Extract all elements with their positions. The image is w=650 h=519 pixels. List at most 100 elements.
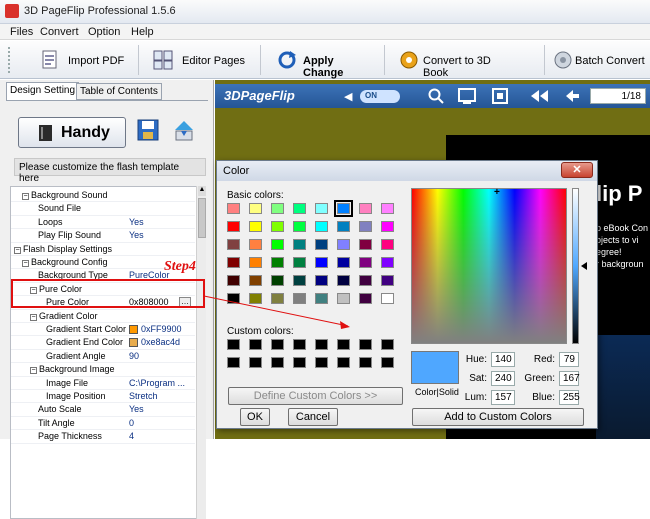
cancel-button[interactable]: Cancel bbox=[288, 408, 338, 426]
basic-color-swatch[interactable] bbox=[381, 275, 394, 286]
color-spectrum[interactable]: + bbox=[411, 187, 567, 344]
first-page-icon[interactable] bbox=[528, 88, 550, 104]
load-template-icon[interactable] bbox=[172, 118, 196, 142]
property-value[interactable]: 0xe8ac4d bbox=[141, 336, 180, 349]
sound-toggle[interactable]: ON bbox=[360, 90, 400, 103]
basic-color-swatch[interactable] bbox=[359, 221, 372, 232]
basic-color-swatch[interactable] bbox=[271, 239, 284, 250]
property-value[interactable]: Stretch bbox=[129, 390, 158, 403]
custom-color-swatch[interactable] bbox=[271, 339, 284, 350]
collapse-icon[interactable]: − bbox=[30, 286, 37, 294]
custom-color-swatch[interactable] bbox=[337, 357, 350, 368]
basic-color-swatch[interactable] bbox=[315, 257, 328, 268]
menu-files[interactable]: Files bbox=[10, 26, 33, 38]
custom-color-swatch[interactable] bbox=[227, 339, 240, 350]
property-row[interactable]: − Background Sound bbox=[11, 189, 195, 203]
define-custom-colors-button[interactable]: Define Custom Colors >> bbox=[228, 387, 403, 405]
collapse-icon[interactable]: − bbox=[22, 260, 29, 267]
property-value[interactable]: Yes bbox=[129, 216, 144, 229]
basic-color-swatch[interactable] bbox=[249, 203, 262, 214]
property-row[interactable]: Loops Yes bbox=[11, 216, 195, 230]
property-row[interactable]: Gradient Start Color 0xFF9900 bbox=[11, 323, 195, 337]
property-value[interactable]: PureColor bbox=[129, 269, 170, 282]
basic-color-swatch[interactable] bbox=[249, 221, 262, 232]
basic-color-swatch[interactable] bbox=[381, 221, 394, 232]
lum-field[interactable]: 157 bbox=[491, 390, 515, 405]
basic-color-swatch[interactable] bbox=[381, 257, 394, 268]
basic-color-swatch[interactable] bbox=[293, 293, 306, 304]
property-row[interactable]: Image Position Stretch bbox=[11, 390, 195, 404]
scroll-thumb[interactable] bbox=[198, 198, 206, 238]
basic-color-swatch[interactable] bbox=[227, 239, 240, 250]
collapse-icon[interactable]: − bbox=[22, 193, 29, 200]
basic-color-swatch[interactable] bbox=[315, 203, 328, 214]
basic-color-swatch[interactable] bbox=[227, 257, 240, 268]
import-pdf-button[interactable]: Import PDF bbox=[34, 45, 126, 75]
blue-field[interactable]: 255 bbox=[559, 390, 580, 405]
search-icon[interactable] bbox=[428, 88, 444, 104]
page-number-field[interactable]: 1/18 bbox=[590, 88, 646, 104]
custom-color-swatch[interactable] bbox=[249, 357, 262, 368]
basic-color-swatch[interactable] bbox=[359, 203, 372, 214]
basic-color-swatch[interactable] bbox=[271, 257, 284, 268]
basic-color-swatch[interactable] bbox=[227, 275, 240, 286]
property-row[interactable]: Auto Scale Yes bbox=[11, 403, 195, 417]
custom-color-swatch[interactable] bbox=[359, 339, 372, 350]
luminance-arrow-icon[interactable] bbox=[581, 262, 587, 270]
basic-color-swatch[interactable] bbox=[249, 257, 262, 268]
property-row[interactable]: Gradient End Color 0xe8ac4d bbox=[11, 336, 195, 350]
basic-color-swatch[interactable] bbox=[227, 203, 240, 214]
basic-color-swatch[interactable] bbox=[337, 293, 350, 304]
property-row[interactable]: Play Flip Sound Yes bbox=[11, 229, 195, 243]
custom-color-swatch[interactable] bbox=[227, 357, 240, 368]
property-row[interactable]: − Flash Display Settings bbox=[11, 243, 195, 256]
custom-color-swatch[interactable] bbox=[315, 339, 328, 350]
property-row[interactable]: − Gradient Color bbox=[11, 310, 195, 323]
basic-color-swatch[interactable] bbox=[293, 221, 306, 232]
basic-color-swatch[interactable] bbox=[315, 239, 328, 250]
basic-color-swatch[interactable] bbox=[227, 293, 240, 304]
basic-color-swatch[interactable] bbox=[293, 275, 306, 286]
custom-color-swatch[interactable] bbox=[337, 339, 350, 350]
custom-color-swatch[interactable] bbox=[315, 357, 328, 368]
property-row[interactable]: Pure Color 0x808000… bbox=[11, 296, 195, 310]
fullscreen-icon[interactable] bbox=[492, 88, 508, 104]
basic-color-swatch[interactable] bbox=[293, 203, 306, 214]
basic-color-swatch[interactable] bbox=[271, 275, 284, 286]
property-value[interactable]: 0 bbox=[129, 417, 134, 430]
crosshair-icon[interactable]: + bbox=[494, 187, 500, 198]
basic-color-swatch[interactable] bbox=[359, 275, 372, 286]
basic-color-swatch[interactable] bbox=[359, 293, 372, 304]
custom-color-swatch[interactable] bbox=[271, 357, 284, 368]
hue-field[interactable]: 140 bbox=[491, 352, 515, 367]
thumbnails-icon[interactable] bbox=[458, 88, 476, 104]
apply-change-button[interactable]: Apply Change bbox=[274, 45, 374, 79]
property-grid-scrollbar[interactable]: ▲ bbox=[196, 186, 206, 519]
luminance-slider[interactable] bbox=[572, 188, 579, 344]
tab-design-setting[interactable]: Design Setting bbox=[6, 82, 80, 101]
custom-color-swatch[interactable] bbox=[381, 357, 394, 368]
custom-color-swatch[interactable] bbox=[249, 339, 262, 350]
sound-icon[interactable]: ◀ bbox=[344, 90, 356, 103]
property-value[interactable]: C:\Program ... bbox=[129, 377, 185, 390]
property-value[interactable]: Yes bbox=[129, 403, 144, 416]
red-field[interactable]: 79 bbox=[559, 352, 579, 367]
basic-color-swatch[interactable] bbox=[271, 203, 284, 214]
basic-color-swatch[interactable] bbox=[315, 293, 328, 304]
save-template-icon[interactable] bbox=[136, 118, 160, 142]
property-row[interactable]: Image File C:\Program ... bbox=[11, 377, 195, 390]
scroll-up-icon[interactable]: ▲ bbox=[198, 186, 206, 196]
custom-color-swatch[interactable] bbox=[293, 357, 306, 368]
basic-color-swatch[interactable] bbox=[249, 275, 262, 286]
basic-color-swatch[interactable] bbox=[359, 257, 372, 268]
add-to-custom-colors-button[interactable]: Add to Custom Colors bbox=[412, 408, 584, 426]
basic-color-swatch[interactable] bbox=[293, 257, 306, 268]
basic-color-swatch[interactable] bbox=[249, 293, 262, 304]
menu-help[interactable]: Help bbox=[131, 26, 154, 38]
template-button[interactable]: Handy bbox=[18, 117, 126, 148]
basic-color-swatch[interactable] bbox=[337, 221, 350, 232]
ok-button[interactable]: OK bbox=[240, 408, 270, 426]
menu-convert[interactable]: Convert bbox=[40, 26, 79, 38]
color-picker-button[interactable]: … bbox=[179, 297, 191, 309]
basic-color-swatch[interactable] bbox=[315, 275, 328, 286]
